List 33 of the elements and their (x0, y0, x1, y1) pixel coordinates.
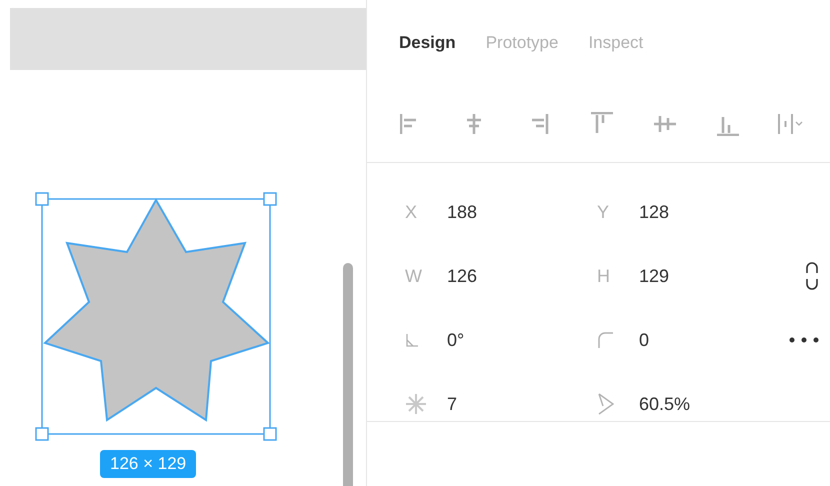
star-ratio-icon (597, 393, 615, 415)
corner-radius-icon (597, 331, 615, 349)
property-field[interactable]: 0° (405, 308, 597, 372)
property-field[interactable]: W 126 (405, 244, 597, 308)
star-shape[interactable] (43, 198, 270, 422)
link-proportions-icon[interactable] (805, 261, 819, 291)
asterisk-icon (405, 393, 427, 415)
more-icon[interactable] (789, 337, 819, 343)
property-field[interactable]: 0 (597, 308, 789, 372)
property-field[interactable]: X 188 (405, 180, 597, 244)
field-value: 128 (639, 202, 670, 222)
field-value: 0° (447, 330, 464, 350)
size-badge: 126 × 129 (100, 450, 196, 478)
field-value: 60.5% (639, 394, 690, 414)
align-top-icon[interactable] (589, 112, 613, 136)
field-label: X (405, 202, 418, 222)
field-value: 188 (447, 202, 478, 222)
selection-frame[interactable] (35, 192, 277, 441)
field-label: W (405, 266, 422, 286)
panel-tab[interactable]: Design (399, 33, 456, 53)
angle-icon (405, 333, 419, 347)
field-value: 126 (447, 266, 478, 286)
distribute-icon[interactable] (778, 112, 804, 136)
property-field[interactable]: Y 128 (597, 180, 789, 244)
field-value: 7 (447, 394, 458, 414)
field-value: 0 (639, 330, 650, 350)
scrollbar[interactable] (343, 263, 353, 486)
field-value: 129 (639, 266, 670, 286)
property-field[interactable]: 60.5% (597, 372, 789, 436)
field-label: Y (597, 202, 610, 222)
field-label: H (597, 266, 610, 286)
property-field[interactable]: H 129 (597, 244, 789, 308)
property-field[interactable]: 7 (405, 372, 597, 436)
